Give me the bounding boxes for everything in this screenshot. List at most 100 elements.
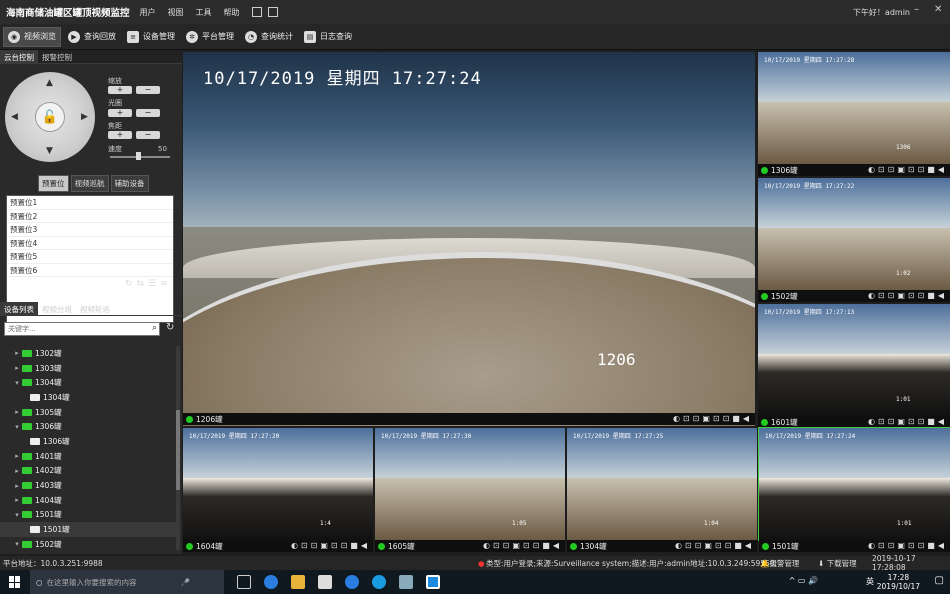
refresh-icon[interactable]: ↻ [166, 322, 174, 333]
tab-presets[interactable]: 预置位 [38, 175, 69, 192]
input-lang[interactable]: 英 [866, 576, 874, 587]
ptz-direction-pad[interactable]: ▲ ▼ ◀ ▶ 🔓 [5, 72, 95, 162]
video-control-icons[interactable]: ◐⊡⊡▣⊡⊡■◀ [868, 541, 947, 550]
tree-node[interactable]: ▾ 1501罐 [0, 508, 178, 523]
tree-node[interactable]: ▾ 1502罐 [0, 537, 178, 552]
tree-node[interactable]: 1304罐 [0, 390, 178, 405]
tab-device-list[interactable]: 设备列表 [0, 302, 38, 315]
expand-toggle-icon[interactable]: ▾ [12, 540, 22, 548]
arrow-right-icon[interactable]: ▶ [81, 112, 88, 122]
focus-near-button[interactable]: + [108, 131, 132, 139]
fullscreen-icon[interactable] [251, 7, 262, 17]
surveillance-app-icon[interactable] [426, 575, 440, 589]
tree-node[interactable]: 1501罐 [0, 522, 178, 537]
video-control-icons[interactable]: ◐⊡⊡▣⊡⊡■◀ [868, 291, 947, 300]
expand-toggle-icon[interactable]: ▸ [12, 467, 22, 475]
focus-far-button[interactable]: − [136, 131, 160, 139]
app-icon[interactable] [399, 575, 413, 589]
tab-video-patrol[interactable]: 视频轮巡 [76, 302, 114, 315]
edge-icon[interactable] [264, 575, 278, 589]
speed-slider-thumb[interactable] [136, 152, 141, 160]
arrow-left-icon[interactable]: ◀ [11, 112, 18, 122]
log-query-button[interactable]: ▤ 日志查询 [300, 27, 356, 47]
arrow-down-icon[interactable]: ▼ [46, 146, 53, 156]
video-control-icons[interactable]: ◐⊡⊡▣⊡⊡■◀ [291, 541, 370, 550]
playback-button[interactable]: ▶ 查询回放 [64, 27, 120, 47]
microphone-icon[interactable]: 🎤 [181, 578, 190, 587]
expand-toggle-icon[interactable]: ▸ [12, 452, 22, 460]
video-control-icons[interactable]: ◐⊡⊡▣⊡⊡■◀ [483, 541, 562, 550]
tab-video-cruise[interactable]: 视频巡航 [70, 175, 109, 192]
taskbar-search[interactable]: ○ 在这里输入你要搜索的内容 🎤 [30, 570, 224, 594]
video-browse-button[interactable]: ◉ 视频浏览 [3, 26, 61, 47]
preset-tool-icons[interactable]: ↻⇆☰≋ [125, 279, 172, 289]
tree-node[interactable]: ▾ 1306罐 [0, 419, 178, 434]
video-control-icons[interactable]: ◐⊡⊡▣⊡⊡■◀ [675, 541, 754, 550]
video-tile[interactable]: 10/17/2019 星期四 17:27:25 1:04 [567, 428, 757, 540]
iris-open-button[interactable]: + [108, 109, 132, 117]
expand-toggle-icon[interactable]: ▸ [12, 482, 22, 490]
list-item[interactable]: 预置位1 [7, 196, 173, 210]
lock-icon[interactable]: 🔓 [35, 102, 65, 132]
taskbar-clock[interactable]: 17:28 2019/10/17 [877, 573, 920, 591]
menu-help[interactable]: 帮助 [224, 7, 240, 18]
list-item[interactable]: 预置位3 [7, 223, 173, 237]
list-item[interactable]: 预置位6 [7, 264, 173, 277]
video-control-icons[interactable]: ◐⊡⊡▣⊡⊡■◀ [868, 165, 947, 174]
tab-alarm-control[interactable]: 报警控制 [38, 50, 76, 63]
notification-icon[interactable]: ▢ [935, 575, 944, 586]
expand-toggle-icon[interactable]: ▸ [12, 496, 22, 504]
tray-icons[interactable]: ^ ▭ 🔊 [789, 576, 818, 585]
tree-node[interactable]: ▾ 1304罐 [0, 375, 178, 390]
statistics-button[interactable]: ◔ 查询统计 [241, 27, 297, 47]
iris-close-button[interactable]: − [136, 109, 160, 117]
tab-ptz-control[interactable]: 云台控制 [0, 50, 38, 63]
tree-scroll-thumb[interactable] [176, 410, 180, 490]
video-tile[interactable]: 10/17/2019 星期四 17:27:13 1:01 [758, 304, 950, 416]
main-video-view[interactable]: 10/17/2019 星期四 17:27:24 1206 [183, 52, 755, 426]
tree-node[interactable]: ▸ 1404罐 [0, 493, 178, 508]
list-item[interactable]: 预置位2 [7, 210, 173, 223]
zoom-in-button[interactable]: + [108, 86, 132, 94]
platform-mgmt-button[interactable]: ✲ 平台管理 [182, 27, 238, 47]
expand-toggle-icon[interactable]: ▾ [12, 379, 22, 387]
alarm-mgmt-button[interactable]: 🔔报警管理 [760, 558, 799, 569]
minimize-icon[interactable]: – [914, 4, 919, 15]
video-tile[interactable]: 10/17/2019 星期四 17:27:22 1:02 [758, 178, 950, 290]
tab-aux-devices[interactable]: 辅助设备 [110, 175, 149, 192]
expand-toggle-icon[interactable]: ▸ [12, 408, 22, 416]
tree-node[interactable]: ▸ 1402罐 [0, 464, 178, 479]
ie-icon[interactable] [345, 575, 359, 589]
task-view-icon[interactable] [237, 575, 251, 589]
tree-node[interactable]: 1306罐 [0, 434, 178, 449]
ie-icon-2[interactable] [372, 575, 386, 589]
download-mgmt-button[interactable]: ⬇ 下载管理 [818, 558, 857, 569]
video-tile[interactable]: 10/17/2019 星期四 17:27:30 1:05 [375, 428, 565, 540]
menu-user[interactable]: 用户 [140, 7, 156, 18]
arrow-up-icon[interactable]: ▲ [46, 78, 53, 88]
zoom-out-button[interactable]: − [136, 86, 160, 94]
tree-node[interactable]: ▸ 1305罐 [0, 405, 178, 420]
layout-icon[interactable] [267, 7, 278, 17]
expand-toggle-icon[interactable]: ▾ [12, 511, 22, 519]
tab-video-groups[interactable]: 视频分组 [38, 302, 76, 315]
store-icon[interactable] [318, 575, 332, 589]
expand-toggle-icon[interactable]: ▸ [12, 364, 22, 372]
video-control-icons[interactable]: ◐⊡⊡▣⊡⊡■◀ [673, 414, 752, 423]
tree-node[interactable]: ▸ 1302罐 [0, 346, 178, 361]
search-input[interactable] [5, 323, 143, 335]
folder-icon[interactable] [291, 575, 305, 589]
list-item[interactable]: 预置位4 [7, 237, 173, 250]
windows-start-icon[interactable] [9, 576, 21, 588]
tree-node[interactable]: ▸ 1403罐 [0, 478, 178, 493]
menu-view[interactable]: 视图 [168, 7, 184, 18]
video-tile[interactable]: 10/17/2019 星期四 17:27:24 1:01 [758, 427, 950, 541]
tree-node[interactable]: ▸ 1303罐 [0, 361, 178, 376]
video-control-icons[interactable]: ◐⊡⊡▣⊡⊡■◀ [868, 417, 947, 426]
expand-toggle-icon[interactable]: ▸ [12, 349, 22, 357]
list-item[interactable]: 预置位5 [7, 250, 173, 264]
video-tile[interactable]: 10/17/2019 星期四 17:27:20 1:4 [183, 428, 373, 540]
search-icon[interactable]: ⌕ [152, 323, 157, 333]
close-icon[interactable]: ✕ [934, 4, 942, 15]
menu-tools[interactable]: 工具 [196, 7, 212, 18]
